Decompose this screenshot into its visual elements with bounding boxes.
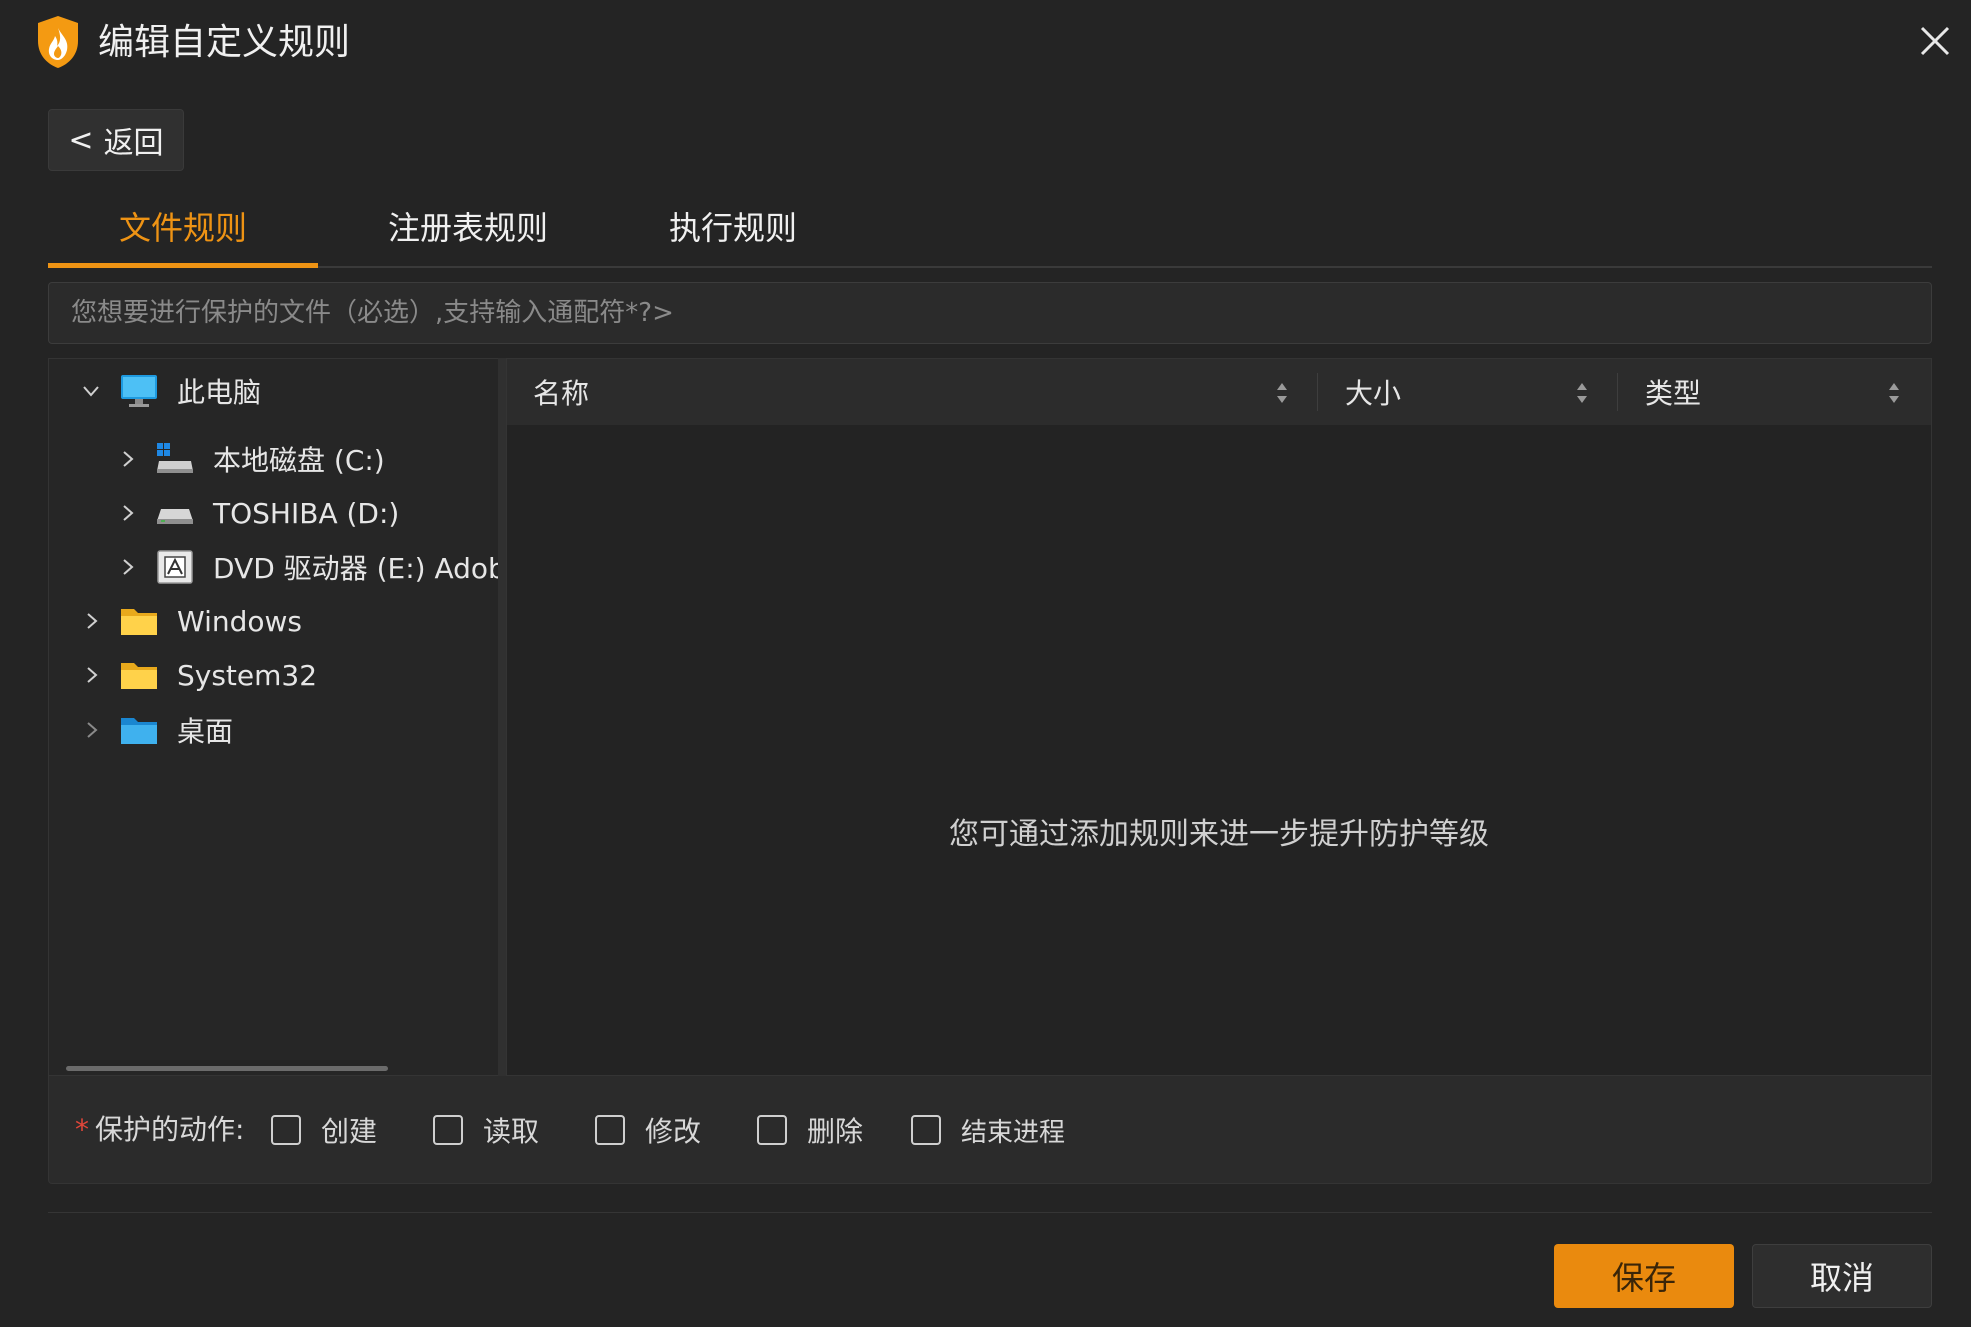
checkbox-box[interactable]: [757, 1115, 787, 1145]
system-drive-icon: [155, 441, 195, 477]
checkbox-label: 修改: [645, 1115, 702, 1148]
close-button[interactable]: [1910, 16, 1960, 66]
panel-splitter[interactable]: [498, 358, 506, 1076]
chevron-down-icon[interactable]: [79, 379, 103, 403]
desktop-folder-icon: [119, 712, 159, 748]
checkbox-create[interactable]: 创建: [271, 1076, 377, 1184]
column-separator: [1617, 373, 1618, 411]
tree-item-label: TOSHIBA (D:): [213, 496, 400, 530]
checkbox-box[interactable]: [271, 1115, 301, 1145]
tree-item-label: DVD 驱动器 (E:) Adobe: [213, 552, 499, 585]
folder-tree: 此电脑 本地磁盘 (C:) TOSHIBA (D:) DVD 驱动器 (E:) …: [48, 358, 499, 1076]
tree-item-label: System32: [177, 658, 318, 692]
file-path-input[interactable]: [48, 282, 1932, 344]
rule-tabs: 文件规则 注册表规则 执行规则: [48, 200, 1932, 268]
computer-icon: [119, 373, 159, 409]
folder-icon: [119, 603, 159, 639]
tree-item-desktop[interactable]: 桌面: [79, 700, 233, 760]
tree-item-label: 桌面: [177, 715, 234, 748]
chevron-right-icon[interactable]: [79, 609, 103, 633]
back-button[interactable]: < 返回: [48, 109, 184, 171]
tree-item-system32[interactable]: System32: [79, 645, 317, 705]
checkbox-box[interactable]: [595, 1115, 625, 1145]
chevron-right-icon[interactable]: [115, 501, 139, 525]
tree-item-windows[interactable]: Windows: [79, 591, 302, 651]
sort-icon[interactable]: [1887, 378, 1901, 408]
checkbox-modify[interactable]: 修改: [595, 1076, 701, 1184]
drive-icon: [155, 495, 195, 531]
folder-icon: [119, 657, 159, 693]
file-list-header: 名称 大小 类型: [507, 359, 1931, 425]
tree-item-drive-d[interactable]: TOSHIBA (D:): [115, 483, 399, 543]
tree-horizontal-scrollbar[interactable]: [66, 1066, 388, 1071]
tab-execution-rules[interactable]: 执行规则: [628, 200, 838, 266]
checkbox-label: 删除: [807, 1115, 864, 1148]
tree-item-label: 本地磁盘 (C:): [213, 444, 385, 477]
checkbox-label: 结束进程: [961, 1117, 1066, 1148]
save-button[interactable]: 保存: [1554, 1244, 1734, 1308]
checkbox-delete[interactable]: 删除: [757, 1076, 863, 1184]
actions-label-text: 保护的动作:: [95, 1113, 245, 1146]
checkbox-kill-process[interactable]: 结束进程: [911, 1076, 1065, 1184]
tab-file-rules[interactable]: 文件规则: [48, 200, 318, 268]
required-mark: *: [75, 1113, 89, 1146]
footer-divider: [48, 1212, 1932, 1213]
column-type[interactable]: 类型: [1645, 359, 1885, 425]
protected-actions-panel: * 保护的动作: 创建 读取 修改 删除 结束进程: [48, 1076, 1932, 1184]
tree-item-label: Windows: [177, 604, 302, 638]
chevron-right-icon[interactable]: [115, 555, 139, 579]
file-list: 名称 大小 类型 您可通过添加规则来进一步提升防护等级: [506, 358, 1932, 1076]
checkbox-read[interactable]: 读取: [433, 1076, 539, 1184]
chevron-right-icon[interactable]: [115, 447, 139, 471]
window-title: 编辑自定义规则: [98, 22, 351, 63]
sort-icon[interactable]: [1575, 378, 1589, 408]
column-size[interactable]: 大小: [1345, 359, 1585, 425]
checkbox-label: 创建: [321, 1115, 378, 1148]
checkbox-label: 读取: [483, 1115, 540, 1148]
chevron-left-icon: <: [68, 122, 94, 158]
column-name[interactable]: 名称: [533, 359, 1303, 425]
column-type-label: 类型: [1645, 377, 1702, 410]
empty-state-message: 您可通过添加规则来进一步提升防护等级: [949, 817, 1489, 852]
chevron-right-icon[interactable]: [79, 718, 103, 742]
sort-icon[interactable]: [1275, 378, 1289, 408]
checkbox-box[interactable]: [433, 1115, 463, 1145]
dvd-drive-icon: [155, 549, 195, 585]
app-logo-icon: [34, 14, 82, 70]
checkbox-box[interactable]: [911, 1115, 941, 1145]
close-icon: [1920, 26, 1950, 56]
column-size-label: 大小: [1345, 377, 1402, 410]
tree-item-drive-e[interactable]: DVD 驱动器 (E:) Adobe: [115, 537, 499, 597]
tree-item-this-pc[interactable]: 此电脑: [79, 361, 261, 421]
column-name-label: 名称: [533, 377, 590, 410]
tab-registry-rules[interactable]: 注册表规则: [348, 200, 588, 266]
chevron-right-icon[interactable]: [79, 663, 103, 687]
back-button-label: 返回: [103, 126, 164, 161]
tree-item-label: 此电脑: [177, 376, 262, 409]
cancel-button[interactable]: 取消: [1752, 1244, 1932, 1308]
tree-item-drive-c[interactable]: 本地磁盘 (C:): [115, 429, 385, 489]
protected-actions-label: * 保护的动作:: [75, 1076, 244, 1184]
column-separator: [1317, 373, 1318, 411]
